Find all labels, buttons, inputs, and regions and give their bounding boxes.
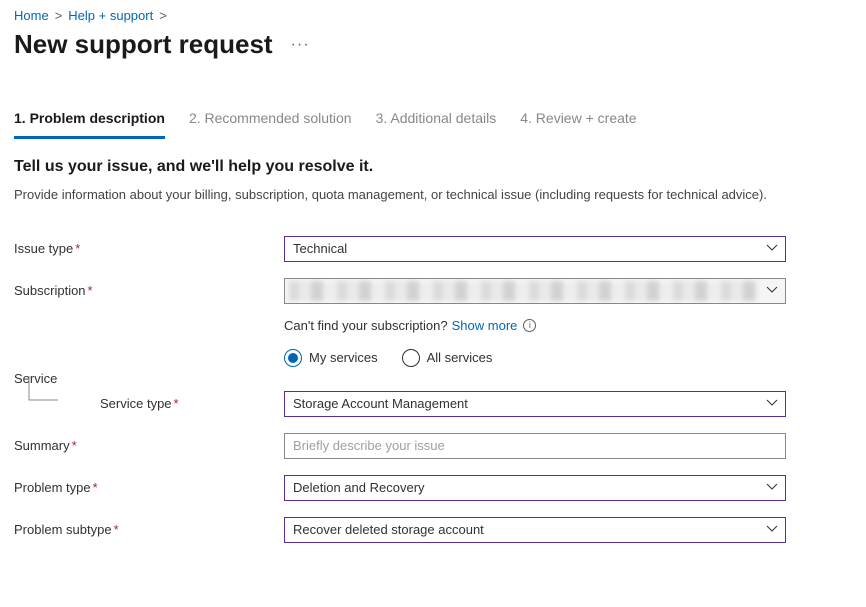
radio-icon <box>284 349 302 367</box>
required-indicator: * <box>114 522 119 537</box>
tab-problem-description[interactable]: 1. Problem description <box>14 102 165 139</box>
radio-my-services[interactable]: My services <box>284 349 378 367</box>
page-title: New support request <box>14 29 273 60</box>
required-indicator: * <box>174 396 179 411</box>
tab-recommended-solution[interactable]: 2. Recommended solution <box>189 102 352 139</box>
page-header: New support request ··· <box>14 29 852 60</box>
required-indicator: * <box>93 480 98 495</box>
service-type-select[interactable]: Storage Account Management <box>284 391 786 417</box>
redacted-content <box>289 281 759 301</box>
chevron-right-icon: > <box>55 8 63 23</box>
issue-type-label: Issue type* <box>14 241 284 256</box>
required-indicator: * <box>75 241 80 256</box>
radio-icon <box>402 349 420 367</box>
tree-line-icon <box>28 376 68 416</box>
service-type-label: Service type <box>100 396 172 411</box>
problem-type-select[interactable]: Deletion and Recovery <box>284 475 786 501</box>
subscription-helper: Can't find your subscription? Show more … <box>284 318 852 333</box>
more-actions-button[interactable]: ··· <box>291 36 310 54</box>
section-description: Provide information about your billing, … <box>14 186 774 204</box>
breadcrumb-help-support[interactable]: Help + support <box>68 8 153 23</box>
show-more-link[interactable]: Show more <box>452 318 518 333</box>
problem-type-label: Problem type* <box>14 480 284 495</box>
subscription-label: Subscription* <box>14 283 284 298</box>
chevron-right-icon: > <box>159 8 167 23</box>
summary-label: Summary* <box>14 438 284 453</box>
summary-input[interactable]: Briefly describe your issue <box>284 433 786 459</box>
subscription-select[interactable] <box>284 278 786 304</box>
breadcrumb: Home > Help + support > <box>14 8 852 23</box>
tab-review-create[interactable]: 4. Review + create <box>520 102 636 139</box>
required-indicator: * <box>88 283 93 298</box>
radio-all-services[interactable]: All services <box>402 349 493 367</box>
wizard-tabs: 1. Problem description 2. Recommended so… <box>14 102 852 140</box>
tab-additional-details[interactable]: 3. Additional details <box>376 102 497 139</box>
breadcrumb-home[interactable]: Home <box>14 8 49 23</box>
problem-subtype-label: Problem subtype* <box>14 522 284 537</box>
required-indicator: * <box>72 438 77 453</box>
problem-subtype-select[interactable]: Recover deleted storage account <box>284 517 786 543</box>
info-icon[interactable]: i <box>523 319 536 332</box>
section-heading: Tell us your issue, and we'll help you r… <box>14 158 852 176</box>
issue-type-select[interactable]: Technical <box>284 236 786 262</box>
